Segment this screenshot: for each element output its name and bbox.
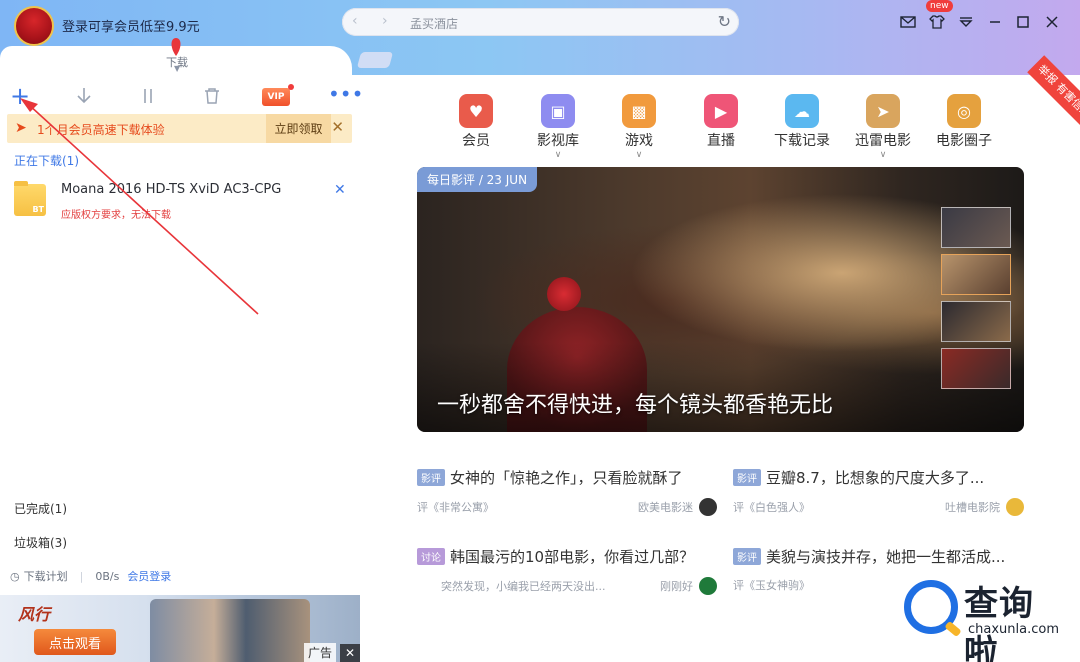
- user-avatar[interactable]: [14, 6, 54, 46]
- watermark-domain: chaxunla.com: [968, 622, 1059, 637]
- bt-file-icon: BT: [14, 181, 46, 216]
- ad-brand-logo: 风行: [18, 605, 51, 624]
- refresh-icon[interactable]: ↻: [718, 12, 731, 31]
- heart-icon: ♥: [459, 94, 493, 128]
- category-games[interactable]: ▩ 游戏 ∨: [604, 94, 674, 160]
- address-bar[interactable]: ‹ › 孟买酒店 ↻: [342, 8, 739, 36]
- new-badge: new: [926, 0, 953, 12]
- source-logo: [699, 498, 717, 516]
- news-source[interactable]: 吐槽电影院: [945, 499, 1000, 515]
- film-icon: ▣: [541, 94, 575, 128]
- category-download-history[interactable]: ☁ 下载记录: [767, 94, 837, 150]
- source-logo: [1006, 498, 1024, 516]
- promo-banner: ➤ 1个月会员高速下载体验 立即领取 ✕: [7, 114, 352, 143]
- watermark-logo: 查询啦 chaxunla.com: [904, 576, 1064, 662]
- menu-dropdown-icon[interactable]: [956, 12, 976, 32]
- maximize-icon[interactable]: [1013, 12, 1033, 32]
- promo-text: 1个月会员高速下载体验: [37, 123, 165, 137]
- skin-icon[interactable]: [927, 12, 947, 32]
- status-bar: ◷ 下载计划 | 0B/s 会员登录: [10, 568, 171, 584]
- news-summary[interactable]: 突然发现，小编我已经两天没出...: [441, 578, 606, 594]
- hero-banner[interactable]: 每日影评 / 23 JUN 一秒都舍不得快进，每个镜头都香艳无比: [417, 167, 1024, 432]
- tab-browser[interactable]: [356, 52, 394, 68]
- news-item[interactable]: 讨论 韩国最污的10部电影，你看过几部？ 突然发现，小编我已经两天没出... 刚…: [417, 546, 717, 595]
- back-icon[interactable]: ‹: [352, 13, 358, 29]
- chevron-down-icon: ∨: [554, 150, 562, 160]
- more-icon[interactable]: •••: [328, 82, 363, 106]
- news-headline[interactable]: 韩国最污的10部电影，你看过几部？: [450, 546, 694, 567]
- address-text: 孟买酒店: [410, 17, 459, 31]
- hero-thumbnail[interactable]: [941, 301, 1011, 342]
- news-tag: 讨论: [417, 548, 445, 565]
- pause-icon[interactable]: [136, 86, 160, 110]
- chevron-down-icon: ∨: [635, 150, 643, 160]
- ad-watch-button[interactable]: 点击观看: [34, 629, 116, 655]
- play-icon: ▶: [704, 94, 738, 128]
- member-login-link[interactable]: 会员登录: [127, 568, 171, 584]
- hero-title[interactable]: 一秒都舍不得快进，每个镜头都香艳无比: [437, 387, 833, 419]
- watermark-text: 查询啦: [964, 584, 1034, 662]
- hero-image-rose: [547, 277, 581, 311]
- status-divider: |: [79, 569, 84, 583]
- ad-banner[interactable]: 风行 点击观看 广告 ✕: [0, 595, 360, 662]
- trash-section[interactable]: 垃圾箱(3): [14, 534, 67, 551]
- news-tag: 影评: [417, 469, 445, 486]
- circle-icon: ◎: [947, 94, 981, 128]
- news-review-of[interactable]: 评《非常公寓》: [417, 499, 494, 515]
- news-tag: 影评: [733, 469, 761, 486]
- download-icon[interactable]: [72, 86, 96, 110]
- news-headline[interactable]: 豆瓣8.7，比想象的尺度大多了...: [766, 467, 984, 488]
- news-tag: 影评: [733, 548, 761, 565]
- hero-thumbnail[interactable]: [941, 254, 1011, 295]
- claim-button[interactable]: 立即领取: [266, 114, 331, 143]
- news-headline[interactable]: 美貌与演技并存，她把一生都活成...: [766, 546, 1005, 567]
- file-error-text: 应版权方要求，无法下载: [61, 210, 171, 221]
- category-live[interactable]: ▶ 直播: [686, 94, 756, 150]
- close-icon[interactable]: [1042, 12, 1062, 32]
- magnifier-icon: [904, 580, 958, 634]
- download-item[interactable]: BT Moana 2016 HD-TS XviD AC3-CPG 应版权方要求，…: [0, 176, 360, 222]
- news-review-of[interactable]: 评《白色强人》: [733, 499, 810, 515]
- speed-text: 0B/s: [95, 569, 120, 583]
- vip-badge[interactable]: VIP: [262, 84, 294, 106]
- completed-section[interactable]: 已完成(1): [14, 500, 67, 517]
- news-review-of[interactable]: 评《玉女神驹》: [733, 577, 810, 593]
- category-xunlei-movie[interactable]: ➤ 迅雷电影 ∨: [848, 94, 918, 160]
- ad-label: 广告: [303, 643, 336, 662]
- trash-icon[interactable]: [200, 86, 224, 110]
- news-headline[interactable]: 女神的「惊艳之作」，只看脸就酥了: [450, 467, 683, 488]
- ad-image: [150, 599, 310, 662]
- category-film-library[interactable]: ▣ 影视库 ∨: [523, 94, 593, 160]
- thunder-bird-icon: ➤: [15, 120, 27, 136]
- remove-item-icon[interactable]: ✕: [334, 182, 346, 198]
- chevron-down-icon: ▼: [174, 64, 181, 73]
- plus-icon[interactable]: +: [8, 82, 32, 110]
- ad-close-icon[interactable]: ✕: [340, 644, 360, 662]
- download-plan-link[interactable]: 下载计划: [24, 568, 68, 584]
- minimize-icon[interactable]: [985, 12, 1005, 32]
- cloud-icon: ☁: [785, 94, 819, 128]
- news-item[interactable]: 影评 女神的「惊艳之作」，只看脸就酥了 评《非常公寓》 欧美电影迷: [417, 467, 717, 516]
- tab-download[interactable]: 下载 ▼: [0, 46, 352, 76]
- hero-thumbnail[interactable]: [941, 207, 1011, 248]
- hero-tag: 每日影评 / 23 JUN: [417, 167, 538, 192]
- mail-icon[interactable]: [898, 12, 918, 32]
- clock-icon: ◷: [10, 569, 20, 583]
- bird-icon: ➤: [866, 94, 900, 128]
- news-item[interactable]: 影评 豆瓣8.7，比想象的尺度大多了... 评《白色强人》 吐槽电影院: [733, 467, 1024, 516]
- category-member[interactable]: ♥ 会员: [441, 94, 511, 150]
- promo-close-icon[interactable]: ✕: [331, 118, 344, 136]
- hero-thumbnail[interactable]: [941, 348, 1011, 389]
- news-source[interactable]: 欧美电影迷: [638, 499, 693, 515]
- forward-icon[interactable]: ›: [382, 13, 388, 29]
- file-name: Moana 2016 HD-TS XviD AC3-CPG: [61, 182, 282, 197]
- gamepad-icon: ▩: [622, 94, 656, 128]
- category-movie-circle[interactable]: ◎ 电影圈子: [929, 94, 999, 150]
- download-panel: + VIP ••• ➤ 1个月会员高速下载体验 立即领取 ✕ 正在下载(1) B…: [0, 76, 363, 662]
- news-source[interactable]: 刚刚好: [660, 578, 693, 594]
- source-logo: [699, 577, 717, 595]
- downloading-section-title[interactable]: 正在下载(1): [14, 152, 79, 169]
- chevron-down-icon: ∨: [879, 150, 887, 160]
- login-promo-text[interactable]: 登录可享会员低至9.9元: [62, 16, 200, 35]
